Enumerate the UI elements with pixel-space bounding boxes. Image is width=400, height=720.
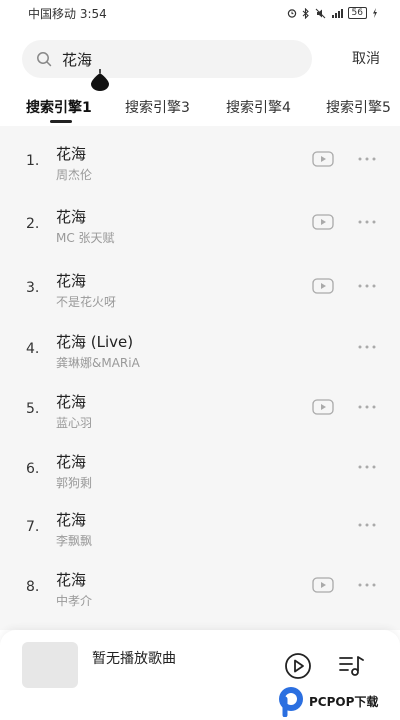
song-title: 花海 <box>56 453 87 471</box>
carrier-time: 中国移动 3:54 <box>28 6 107 21</box>
more-options-icon[interactable] <box>357 399 377 415</box>
song-title: 花海 <box>56 145 87 163</box>
song-index: 7. <box>26 519 40 535</box>
play-button-icon[interactable] <box>284 652 312 680</box>
mute-icon <box>315 8 325 18</box>
signal-icon <box>331 9 343 18</box>
song-artist: 蓝心羽 <box>56 416 93 430</box>
song-row[interactable]: 7. 花海 李飘飘 <box>0 497 400 557</box>
song-row[interactable]: 6. 花海 郭狗剩 <box>0 439 400 499</box>
more-options-icon[interactable] <box>357 339 377 355</box>
more-options-icon[interactable] <box>357 577 377 593</box>
more-options-icon[interactable] <box>357 459 377 475</box>
album-cover-placeholder[interactable] <box>22 642 78 688</box>
song-index: 6. <box>26 461 40 477</box>
more-options-icon[interactable] <box>357 151 377 167</box>
tab-search-engine-4[interactable]: 搜索引擎4 <box>226 97 291 117</box>
text-cursor-handle-icon[interactable] <box>89 67 111 91</box>
song-artist: 郭狗剩 <box>56 476 93 490</box>
mv-play-icon[interactable] <box>312 214 334 230</box>
tab-search-engine-1[interactable]: 搜索引擎1 <box>26 97 92 117</box>
watermark-text: PCPOP下载 <box>309 694 379 709</box>
charging-icon <box>373 8 377 18</box>
song-index: 8. <box>26 579 40 595</box>
tab-search-engine-3[interactable]: 搜索引擎3 <box>125 97 190 117</box>
more-options-icon[interactable] <box>357 278 377 294</box>
mv-play-icon[interactable] <box>312 577 334 593</box>
mv-play-icon[interactable] <box>312 151 334 167</box>
song-row[interactable]: 8. 花海 中孝介 <box>0 557 400 617</box>
search-box[interactable] <box>22 40 312 78</box>
cancel-button[interactable]: 取消 <box>352 40 380 78</box>
search-input[interactable] <box>62 50 282 68</box>
song-artist: 周杰伦 <box>56 168 93 182</box>
song-title: 花海 <box>56 511 87 529</box>
song-index: 2. <box>26 216 40 232</box>
song-index: 3. <box>26 280 40 296</box>
playlist-icon[interactable] <box>338 654 366 678</box>
battery-indicator: 56 <box>347 7 367 19</box>
search-icon <box>37 52 52 67</box>
mv-play-icon[interactable] <box>312 278 334 294</box>
now-playing-text: 暂无播放歌曲 <box>92 651 176 667</box>
song-title: 花海 <box>56 393 87 411</box>
pcpop-watermark: PCPOP下载 <box>276 682 400 720</box>
song-title: 花海 <box>56 208 87 226</box>
song-artist: 中孝介 <box>56 594 93 608</box>
search-engine-tabs: 搜索引擎1 搜索引擎3 搜索引擎4 搜索引擎5 <box>0 92 400 126</box>
song-row[interactable]: 5. 花海 蓝心羽 <box>0 379 400 439</box>
bluetooth-icon <box>302 7 309 19</box>
status-bar: 中国移动 3:54 56 <box>0 0 400 26</box>
more-options-icon[interactable] <box>357 517 377 533</box>
song-title: 花海 (Live) <box>56 333 134 351</box>
song-artist: 不是花火呀 <box>56 295 117 309</box>
active-tab-indicator <box>50 120 72 123</box>
song-row[interactable]: 4. 花海 (Live) 龚琳娜&MARiA <box>0 319 400 379</box>
song-row[interactable]: 2. 花海 MC 张天赋 <box>0 194 400 254</box>
alarm-icon <box>287 9 296 18</box>
more-options-icon[interactable] <box>357 214 377 230</box>
song-index: 1. <box>26 153 40 169</box>
song-index: 4. <box>26 341 40 357</box>
mv-play-icon[interactable] <box>312 399 334 415</box>
song-index: 5. <box>26 401 40 417</box>
song-title: 花海 <box>56 272 87 290</box>
song-title: 花海 <box>56 571 87 589</box>
search-row: 取消 <box>22 40 380 78</box>
song-list: 1. 花海 周杰伦 2. 花海 MC 张天赋 3. 花海 不是花火呀 4. 花海… <box>0 126 400 630</box>
status-icons: 56 <box>287 7 378 19</box>
song-artist: MC 张天赋 <box>56 231 115 245</box>
song-artist: 龚琳娜&MARiA <box>56 356 140 370</box>
song-artist: 李飘飘 <box>56 534 93 548</box>
song-row[interactable]: 3. 花海 不是花火呀 <box>0 258 400 318</box>
tab-search-engine-5[interactable]: 搜索引擎5 <box>326 97 391 117</box>
song-row[interactable]: 1. 花海 周杰伦 <box>0 131 400 191</box>
pcpop-logo-icon <box>279 687 303 717</box>
